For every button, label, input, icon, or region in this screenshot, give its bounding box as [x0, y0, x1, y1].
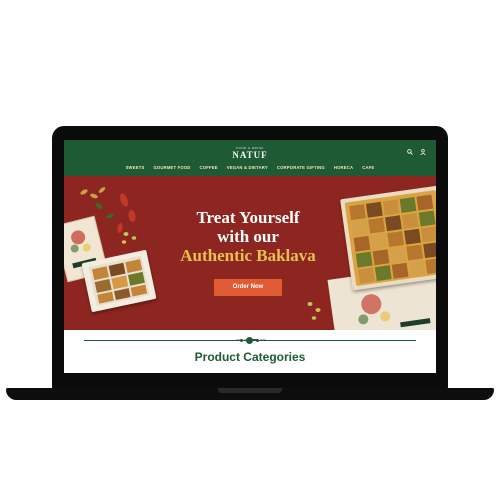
baklava-piece [372, 249, 390, 266]
baklava-box-open-right [340, 185, 436, 291]
site-logo[interactable]: FOOD & DRINK NATUF [64, 146, 436, 160]
divider-ornament [246, 337, 253, 344]
nav-item-vegan-dietary[interactable]: VEGAN & DIETARY [227, 165, 268, 170]
nav-item-coffee[interactable]: COFFEE [200, 165, 218, 170]
nav-item-corporate-gifting[interactable]: CORPORATE GIFTING [277, 165, 325, 170]
baklava-piece [387, 231, 405, 248]
baklava-piece [351, 219, 369, 236]
baklava-piece [355, 251, 373, 268]
baklava-piece [391, 262, 409, 279]
baklava-piece [406, 244, 424, 261]
divider-ornament-left [240, 339, 243, 342]
logo-tagline: FOOD & DRINK [236, 146, 264, 150]
carousel-indicators [64, 329, 436, 341]
section-title: Product Categories [194, 350, 306, 364]
baklava-piece [389, 246, 407, 263]
baklava-piece [401, 212, 419, 229]
baklava-piece [420, 226, 436, 243]
main-nav: SWEETS GOURMET FOOD COFFEE VEGAN & DIETA… [64, 165, 436, 170]
baklava-piece [370, 233, 388, 250]
logo-text: NATUF [232, 150, 268, 160]
baklava-piece [404, 228, 421, 245]
baklava-piece [365, 201, 383, 218]
hero-line-2: with our [217, 227, 279, 246]
search-icon[interactable] [407, 149, 413, 157]
baklava-piece [423, 242, 436, 259]
baklava-piece [368, 217, 385, 234]
divider-ornament-right [256, 339, 259, 342]
baklava-piece [353, 235, 371, 252]
user-icon[interactable] [420, 149, 426, 157]
nav-item-gourmet-food[interactable]: GOURMET FOOD [153, 165, 190, 170]
baklava-piece [358, 267, 375, 284]
hero-headline: Treat Yourself with our Authentic Baklav… [168, 208, 328, 265]
baklava-piece [399, 197, 417, 213]
baklava-piece [385, 215, 402, 232]
nav-item-horeca[interactable]: HORECA [334, 165, 353, 170]
laptop-mockup: FOOD & DRINK NATUF SWEETS GOURMET FOOD C… [0, 0, 500, 500]
hero-line-1: Treat Yourself [196, 208, 300, 227]
site-header: FOOD & DRINK NATUF SWEETS GOURMET FOOD C… [64, 140, 436, 176]
hero-banner: Treat Yourself with our Authentic Baklav… [64, 176, 436, 330]
baklava-piece [416, 194, 434, 211]
baklava-piece [418, 210, 436, 227]
baklava-piece [374, 265, 392, 282]
baklava-piece [408, 260, 426, 277]
baklava-piece [349, 204, 366, 221]
laptop-notch [218, 388, 282, 393]
website-screen: FOOD & DRINK NATUF SWEETS GOURMET FOOD C… [64, 140, 436, 373]
order-now-button[interactable]: Order Now [214, 279, 282, 296]
nav-item-sweets[interactable]: SWEETS [126, 165, 145, 170]
hero-line-3: Authentic Baklava [180, 246, 316, 265]
baklava-piece [382, 199, 400, 216]
nav-item-cafe[interactable]: CAFE [362, 165, 374, 170]
